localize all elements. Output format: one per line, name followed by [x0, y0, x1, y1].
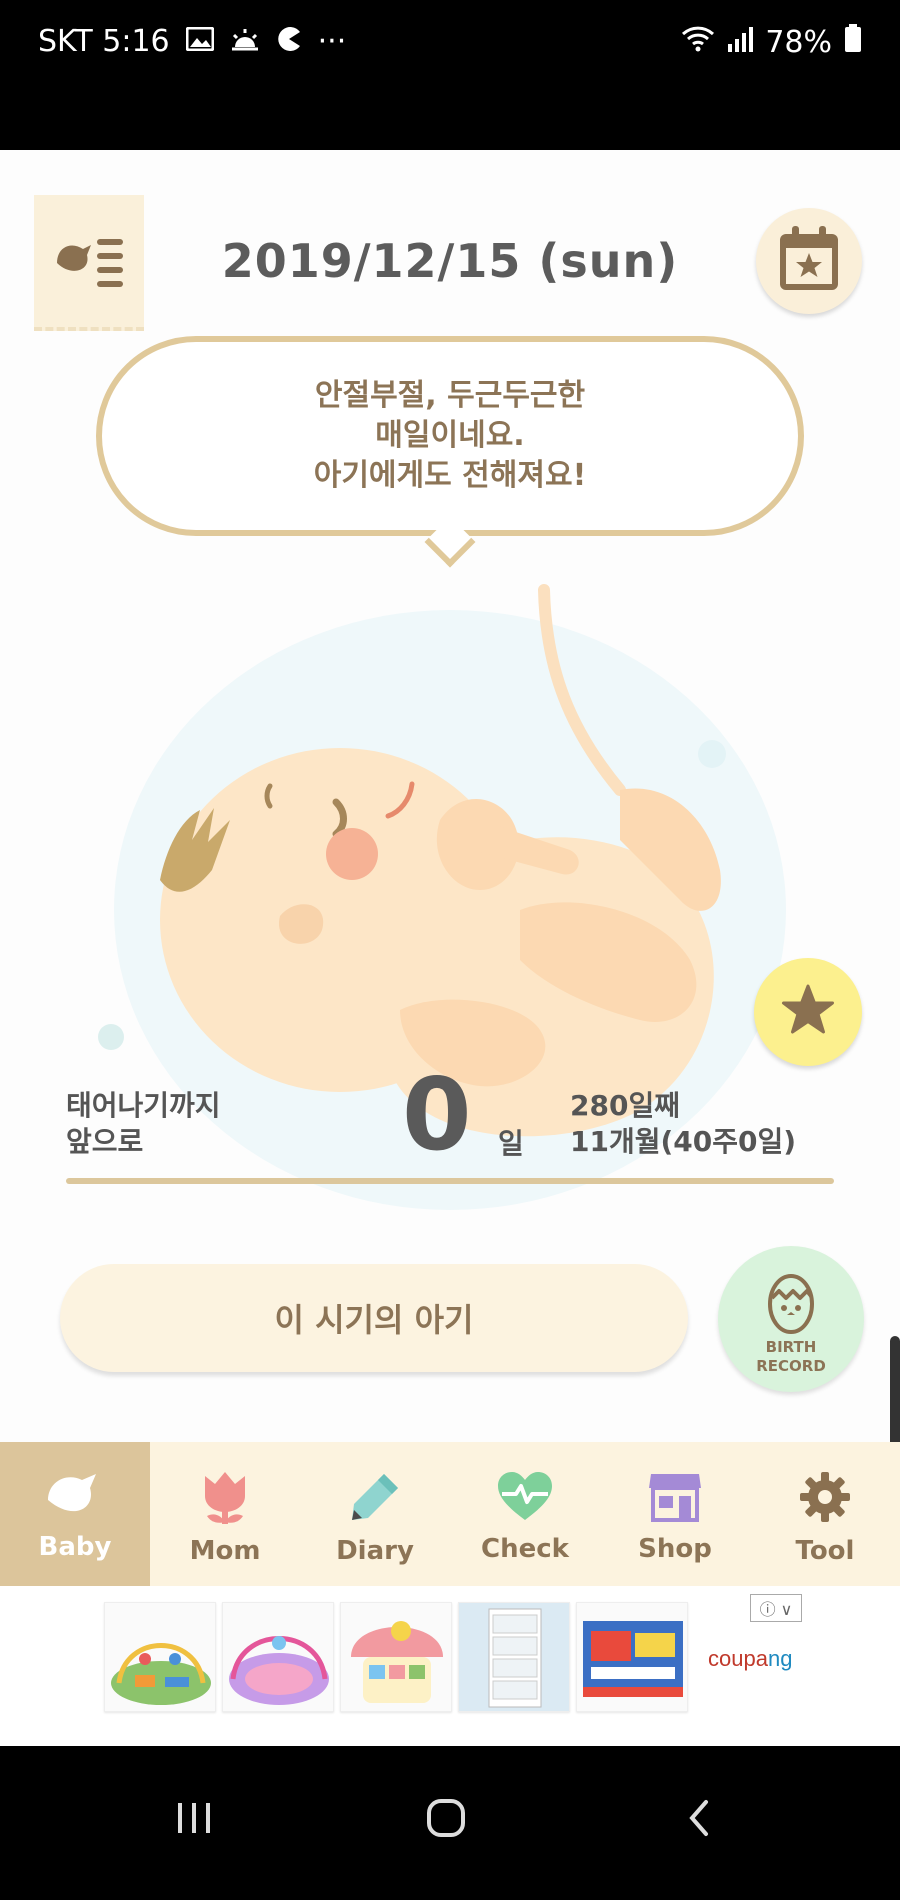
month-week-count: 11개월(40주0일)	[570, 1125, 797, 1158]
store-icon	[647, 1470, 703, 1526]
carrier-time: SKT 5:16	[38, 24, 170, 59]
back-icon	[686, 1798, 710, 1842]
bird-icon	[44, 1470, 106, 1524]
menu-button[interactable]	[34, 195, 144, 331]
signal-icon	[727, 25, 754, 60]
countdown-label: 태어나기까지 앞으로	[66, 1088, 221, 1160]
divider	[66, 1178, 834, 1184]
tab-check[interactable]: Check	[450, 1442, 600, 1586]
back-button[interactable]	[658, 1790, 738, 1850]
gear-icon	[798, 1470, 852, 1528]
battery-percent: 78%	[765, 24, 832, 60]
tab-label: Diary	[336, 1536, 414, 1566]
status-right: 78%	[681, 24, 862, 60]
date-title: 2019/12/15 (sun)	[221, 234, 679, 288]
pencil-icon	[348, 1470, 402, 1528]
tab-label: Check	[481, 1534, 569, 1564]
more-indicator: ···	[317, 24, 347, 59]
recent-apps-icon	[174, 1801, 214, 1839]
tab-tool[interactable]: Tool	[750, 1442, 900, 1586]
ad-product-mat[interactable]	[222, 1602, 334, 1712]
app-screen: 2019/12/15 (sun) 안절부절, 두근두근한 매일이네요. 아기에게…	[0, 150, 900, 1746]
pacman-icon	[276, 24, 302, 59]
birth-record-label-1: BIRTH	[765, 1338, 817, 1356]
ad-product-play-gym[interactable]	[104, 1602, 216, 1712]
ad-info-button[interactable]: ⓘ ∨	[750, 1594, 802, 1622]
ad-banner[interactable]: ⓘ ∨ coupang	[0, 1586, 900, 1746]
status-bar: SKT 5:16 ··· 78%	[0, 0, 900, 150]
status-left: SKT 5:16 ···	[38, 24, 346, 59]
ad-brand-logo[interactable]: coupang	[708, 1646, 792, 1672]
bird-menu-icon	[51, 227, 127, 295]
home-icon	[426, 1798, 466, 1842]
ad-product-calendar[interactable]	[340, 1602, 452, 1712]
ad-brand-part: coupa	[708, 1646, 768, 1671]
days-unit: 일	[498, 1127, 524, 1160]
system-nav-bar	[0, 1746, 900, 1900]
tab-label: Shop	[638, 1534, 712, 1564]
weather-icon	[230, 24, 260, 59]
bubble-line: 안절부절, 두근두근한	[314, 378, 586, 413]
calendar-button[interactable]	[756, 208, 862, 314]
pregnancy-progress: 280일째 11개월(40주0일)	[570, 1088, 796, 1160]
home-button[interactable]	[406, 1790, 486, 1850]
baby-this-period-button[interactable]: 이 시기의 아기	[60, 1264, 688, 1372]
tab-mom[interactable]: Mom	[150, 1442, 300, 1586]
tulip-icon	[199, 1470, 251, 1528]
ad-product-parking-toy[interactable]	[576, 1602, 688, 1712]
bubble-line: 매일이네요.	[375, 418, 525, 453]
tab-label: Mom	[189, 1536, 261, 1566]
decorative-dot	[98, 1024, 124, 1050]
favorite-button[interactable]	[754, 958, 862, 1066]
birth-record-button[interactable]: BIRTH RECORD	[718, 1246, 864, 1392]
calendar-star-icon	[778, 226, 840, 296]
gallery-icon	[185, 24, 215, 59]
ad-brand-part: ng	[767, 1646, 793, 1671]
tab-diary[interactable]: Diary	[300, 1442, 450, 1586]
wifi-icon	[681, 24, 715, 60]
tab-bar: Baby Mom Diary Check Shop Tool	[0, 1442, 900, 1586]
day-count: 280일째	[570, 1089, 680, 1122]
birth-record-label-2: RECORD	[756, 1357, 826, 1375]
ad-product-drawer[interactable]	[458, 1602, 570, 1712]
days-remaining: 0	[402, 1056, 472, 1173]
heartbeat-icon	[496, 1470, 554, 1526]
tab-label: Baby	[38, 1532, 112, 1562]
hatching-egg-icon	[766, 1260, 816, 1338]
tab-baby[interactable]: Baby	[0, 1442, 150, 1586]
star-icon	[781, 984, 835, 1040]
tab-shop[interactable]: Shop	[600, 1442, 750, 1586]
recent-apps-button[interactable]	[154, 1790, 234, 1850]
countdown-label-line2: 앞으로	[66, 1125, 144, 1158]
tab-label: Tool	[795, 1536, 855, 1566]
countdown-label-line1: 태어나기까지	[66, 1089, 221, 1122]
battery-icon	[844, 24, 862, 60]
